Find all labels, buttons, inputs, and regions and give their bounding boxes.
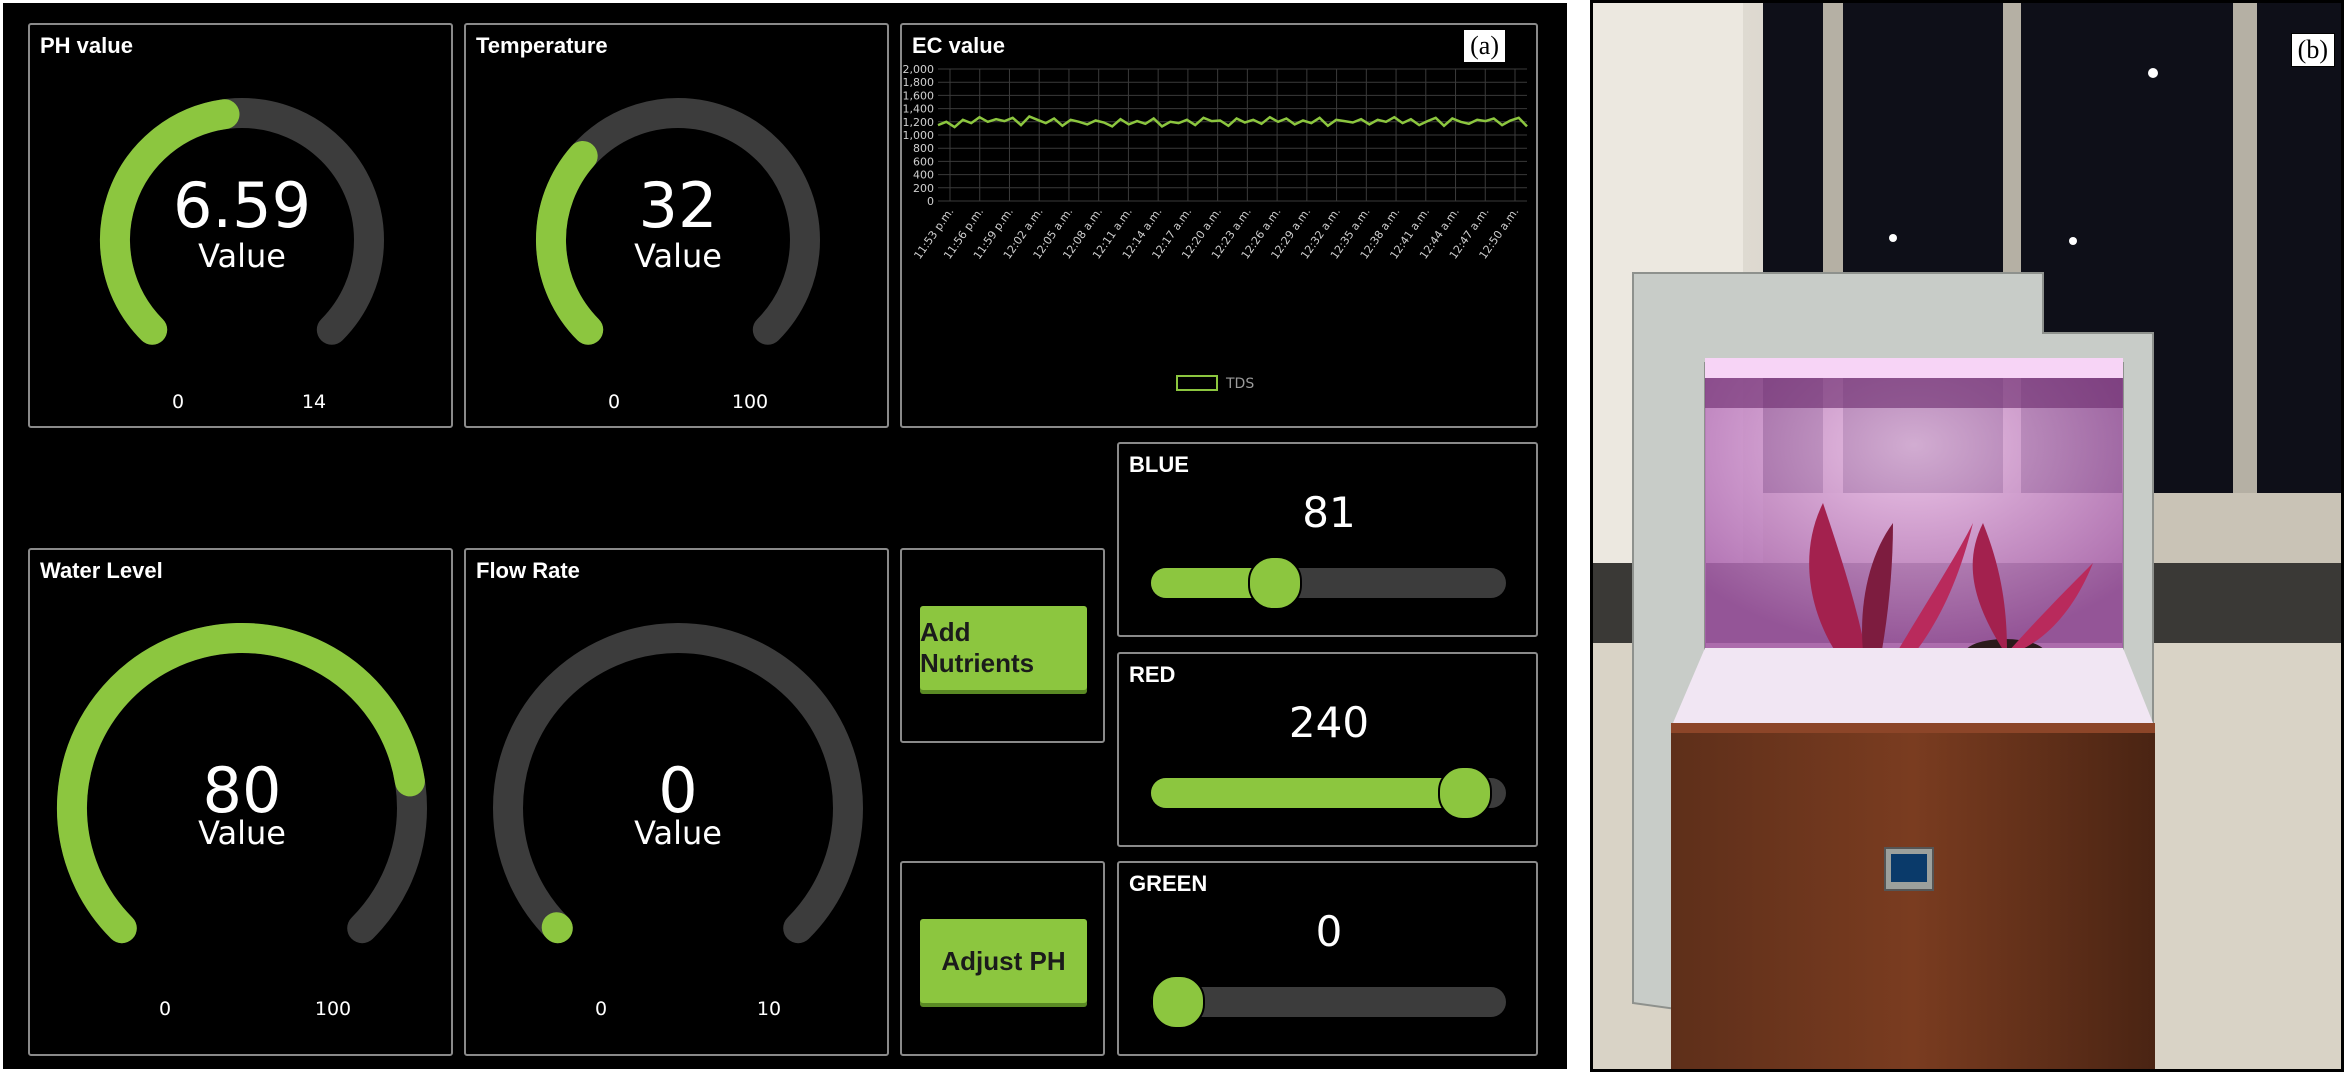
ph-gauge-panel: PH value 6.59 Value 0 14 [28,23,453,428]
add-nutrients-button[interactable]: Add Nutrients [920,606,1087,690]
flow-rate-gauge-label: Value [634,814,722,852]
ph-gauge-label: Value [198,237,286,275]
blue-slider-value: 81 [1302,488,1356,537]
panel-label-a: (a) [1463,29,1506,63]
temperature-gauge-max: 100 [731,391,769,413]
adjust-ph-button[interactable]: Adjust PH [920,919,1087,1003]
ec-y-tick-label: 1,600 [903,89,935,102]
ec-y-tick-label: 800 [913,142,934,155]
red-slider-value: 240 [1288,698,1370,747]
water-level-gauge-max: 100 [314,998,352,1020]
ec-y-tick-label: 1,400 [903,103,935,116]
ec-y-tick-label: 0 [927,195,934,208]
green-slider-value: 0 [1315,907,1343,956]
water-level-gauge-label: Value [198,814,286,852]
red-slider[interactable] [1151,766,1506,820]
temperature-gauge-value: 32 [638,169,718,242]
ec-line-chart: 02004006008001,0001,2001,4001,6001,8002,… [903,63,1528,392]
ec-y-tick-label: 400 [913,169,934,182]
green-slider-knob[interactable] [1151,975,1205,1029]
red-slider-knob[interactable] [1438,766,1493,820]
ec-legend-label: TDS [1225,376,1254,392]
water-level-gauge-panel: Water Level 80 Value 0 100 [28,548,453,1056]
flow-rate-gauge-max: 10 [756,998,782,1020]
temperature-gauge-min: 0 [607,391,621,413]
ec-legend-swatch [1176,375,1218,391]
ec-y-tick-label: 1,800 [903,76,935,89]
ph-gauge-min: 0 [171,391,185,413]
hydroponic-unit-photo: (b) [1590,0,2344,1072]
ph-gauge-max: 14 [301,391,327,413]
green-slider[interactable] [1151,975,1506,1029]
temperature-gauge-panel: Temperature 32 Value 0 100 [464,23,889,428]
temperature-gauge-label: Value [634,237,722,275]
ec-y-tick-label: 200 [913,182,934,195]
adjust-ph-panel: Adjust PH [900,861,1105,1056]
iot-dashboard: PH value 6.59 Value 0 14 Temperature 32 … [0,0,1570,1072]
flow-rate-gauge-arc [541,912,573,944]
ec-chart-panel: EC value 0 200 400 600 800 1,000 1,200 1,400 1,6… [900,23,1538,428]
ec-y-tick-label: 600 [913,155,934,168]
blue-slider[interactable] [1151,556,1506,610]
blue-slider-title: BLUE [1129,452,1189,477]
water-level-gauge-min: 0 [158,998,172,1020]
green-slider-panel: GREEN 0 [1117,861,1538,1056]
ec-y-tick-label: 1,200 [903,116,935,129]
ec-y-tick-label: 2,000 [903,63,935,76]
ec-y-tick-label: 1,000 [903,129,935,142]
flow-rate-gauge-panel: Flow Rate 0 Value 0 10 [464,548,889,1056]
blue-slider-panel: BLUE 81 [1117,442,1538,637]
panel-label-b: (b) [2290,33,2335,67]
hydroponic-unit-illustration [1593,3,2341,1069]
blue-slider-knob[interactable] [1247,556,1302,610]
red-slider-title: RED [1129,662,1176,687]
green-slider-title: GREEN [1129,871,1208,896]
add-nutrients-panel: Add Nutrients [900,548,1105,743]
red-slider-fill [1151,778,1464,808]
ph-gauge-value: 6.59 [172,169,312,242]
red-slider-panel: RED 240 [1117,652,1538,847]
flow-rate-gauge-min: 0 [594,998,608,1020]
